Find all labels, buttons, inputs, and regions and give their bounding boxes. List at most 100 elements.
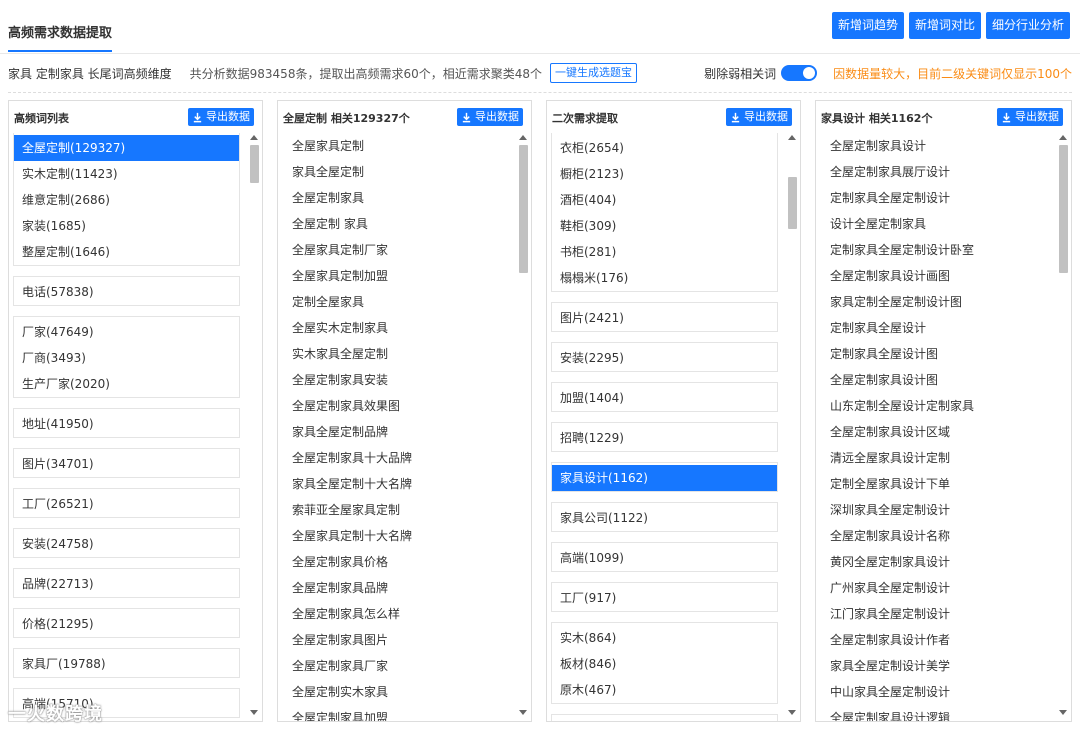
scroll-thumb[interactable] — [1059, 145, 1068, 273]
list-item[interactable]: 图片(2421) — [552, 305, 777, 331]
list-item[interactable]: 实木定制(11423) — [14, 161, 239, 187]
export-button[interactable]: 导出数据 — [457, 108, 523, 126]
scroll-up-icon[interactable] — [788, 135, 796, 140]
list-item[interactable]: 高端(1099) — [552, 545, 777, 571]
list-item[interactable]: 整屋定制(1646) — [14, 239, 239, 265]
list-item[interactable]: 维意定制(2686) — [14, 187, 239, 213]
list-item[interactable]: 全屋家具定制加盟 — [282, 263, 509, 289]
list-item[interactable]: 家装(1685) — [14, 213, 239, 239]
list-item[interactable]: 全屋定制家具设计区域 — [820, 419, 1049, 445]
list-item[interactable]: 书柜(281) — [552, 239, 777, 265]
generate-topic-button[interactable]: 一键生成选题宝 — [550, 63, 637, 83]
list-item[interactable]: 深圳家具全屋定制设计 — [820, 497, 1049, 523]
list-item[interactable]: 全屋定制家具设计逻辑 — [820, 705, 1049, 721]
scroll-down-icon[interactable] — [1059, 710, 1067, 715]
scroll-thumb[interactable] — [788, 177, 797, 229]
list-item[interactable]: 价格(21295) — [14, 611, 239, 637]
list-item[interactable]: 山东定制全屋设计定制家具 — [820, 393, 1049, 419]
list-item[interactable]: 全屋定制家具效果图 — [282, 393, 509, 419]
list-item[interactable]: 全屋定制家具品牌 — [282, 575, 509, 601]
list-item[interactable]: 原木(467) — [552, 677, 777, 703]
scrollbar[interactable] — [786, 133, 798, 717]
list-item[interactable]: 酒柜(404) — [552, 187, 777, 213]
list-item[interactable]: 定制全屋家具设计下单 — [820, 471, 1049, 497]
list-item[interactable]: 全屋定制家具十大品牌 — [282, 445, 509, 471]
list-item[interactable]: 全屋定制实木家具 — [282, 679, 509, 705]
scrollbar[interactable] — [248, 133, 260, 717]
list-item[interactable]: 全屋实木定制家具 — [282, 315, 509, 341]
list-item[interactable]: 衣柜(2654) — [552, 135, 777, 161]
list-item[interactable]: 全屋定制家具价格 — [282, 549, 509, 575]
scrollbar[interactable] — [1057, 133, 1069, 717]
export-button[interactable]: 导出数据 — [726, 108, 792, 126]
list-item[interactable]: 全屋定制家具厂家 — [282, 653, 509, 679]
list-item[interactable]: 全屋定制(129327) — [14, 135, 239, 161]
list-item[interactable]: 设计全屋定制家具 — [820, 211, 1049, 237]
scroll-up-icon[interactable] — [250, 135, 258, 140]
list-item[interactable]: 板材(846) — [552, 651, 777, 677]
list-item[interactable]: 电话(57838) — [14, 279, 239, 305]
list-item[interactable]: 全屋家具定制 — [282, 133, 509, 159]
list-item[interactable]: 实木(864) — [552, 625, 777, 651]
list-item[interactable]: 家具公司(1122) — [552, 505, 777, 531]
list-item[interactable]: 地址(41950) — [14, 411, 239, 437]
list-item[interactable]: 工厂(26521) — [14, 491, 239, 517]
list-item[interactable]: 品牌(22713) — [14, 571, 239, 597]
list-item[interactable]: 全屋定制家具设计图 — [820, 367, 1049, 393]
list-item[interactable]: 全屋定制家具 — [282, 185, 509, 211]
list-item[interactable]: 鞋柜(309) — [552, 213, 777, 239]
list-item[interactable]: 家具定制全屋定制设计图 — [820, 289, 1049, 315]
list-item[interactable]: 全屋定制家具设计名称 — [820, 523, 1049, 549]
list-item[interactable]: 清远全屋家具设计定制 — [820, 445, 1049, 471]
list-item[interactable]: 家具全屋定制设计美学 — [820, 653, 1049, 679]
export-button[interactable]: 导出数据 — [188, 108, 254, 126]
list-item[interactable]: 家具厂(19788) — [14, 651, 239, 677]
scroll-down-icon[interactable] — [788, 710, 796, 715]
list-item[interactable]: 家具全屋定制品牌 — [282, 419, 509, 445]
list-item[interactable]: 安装(24758) — [14, 531, 239, 557]
list-item[interactable]: 生产厂家(2020) — [14, 371, 239, 397]
list-item[interactable]: 厂商(3493) — [14, 345, 239, 371]
list-item[interactable]: 家具全屋定制 — [282, 159, 509, 185]
list-item[interactable]: 安装(2295) — [552, 345, 777, 371]
list-item[interactable]: 全屋家具定制十大名牌 — [282, 523, 509, 549]
list-item[interactable]: 全屋定制家具图片 — [282, 627, 509, 653]
list-item[interactable]: 定制家具全屋设计 — [820, 315, 1049, 341]
list-item[interactable]: 推荐(840) — [552, 717, 777, 721]
export-button[interactable]: 导出数据 — [997, 108, 1063, 126]
list-item[interactable]: 定制家具全屋定制设计卧室 — [820, 237, 1049, 263]
list-item[interactable]: 定制全屋家具 — [282, 289, 509, 315]
list-item[interactable]: 榻榻米(176) — [552, 265, 777, 291]
list-item[interactable]: 江门家具全屋定制设计 — [820, 601, 1049, 627]
list-item[interactable]: 中山家具全屋定制设计 — [820, 679, 1049, 705]
list-item[interactable]: 全屋定制家具展厅设计 — [820, 159, 1049, 185]
list-item[interactable]: 实木家具全屋定制 — [282, 341, 509, 367]
list-item[interactable]: 工厂(917) — [552, 585, 777, 611]
scroll-down-icon[interactable] — [519, 710, 527, 715]
list-item[interactable]: 索菲亚全屋家具定制 — [282, 497, 509, 523]
list-item[interactable]: 全屋定制家具怎么样 — [282, 601, 509, 627]
new-word-trend-button[interactable]: 新增词趋势 — [831, 12, 904, 39]
list-item[interactable]: 全屋定制家具设计画图 — [820, 263, 1049, 289]
scroll-thumb[interactable] — [519, 145, 528, 273]
list-item[interactable]: 招聘(1229) — [552, 425, 777, 451]
scroll-down-icon[interactable] — [250, 710, 258, 715]
list-item[interactable]: 广州家具全屋定制设计 — [820, 575, 1049, 601]
scroll-up-icon[interactable] — [519, 135, 527, 140]
list-item[interactable]: 全屋定制家具设计 — [820, 133, 1049, 159]
filter-weak-toggle[interactable] — [781, 65, 818, 81]
scrollbar[interactable] — [517, 133, 529, 717]
new-word-compare-button[interactable]: 新增词对比 — [908, 12, 981, 39]
list-item[interactable]: 图片(34701) — [14, 451, 239, 477]
list-item[interactable]: 橱柜(2123) — [552, 161, 777, 187]
list-item[interactable]: 全屋家具定制厂家 — [282, 237, 509, 263]
list-item[interactable]: 家具设计(1162) — [552, 465, 777, 491]
list-item[interactable]: 家具全屋定制十大名牌 — [282, 471, 509, 497]
industry-analysis-button[interactable]: 细分行业分析 — [985, 12, 1070, 39]
scroll-up-icon[interactable] — [1059, 135, 1067, 140]
list-item[interactable]: 定制家具全屋设计图 — [820, 341, 1049, 367]
list-item[interactable]: 黄冈全屋定制家具设计 — [820, 549, 1049, 575]
list-item[interactable]: 全屋定制家具安装 — [282, 367, 509, 393]
list-item[interactable]: 全屋定制 家具 — [282, 211, 509, 237]
list-item[interactable]: 全屋定制家具设计作者 — [820, 627, 1049, 653]
